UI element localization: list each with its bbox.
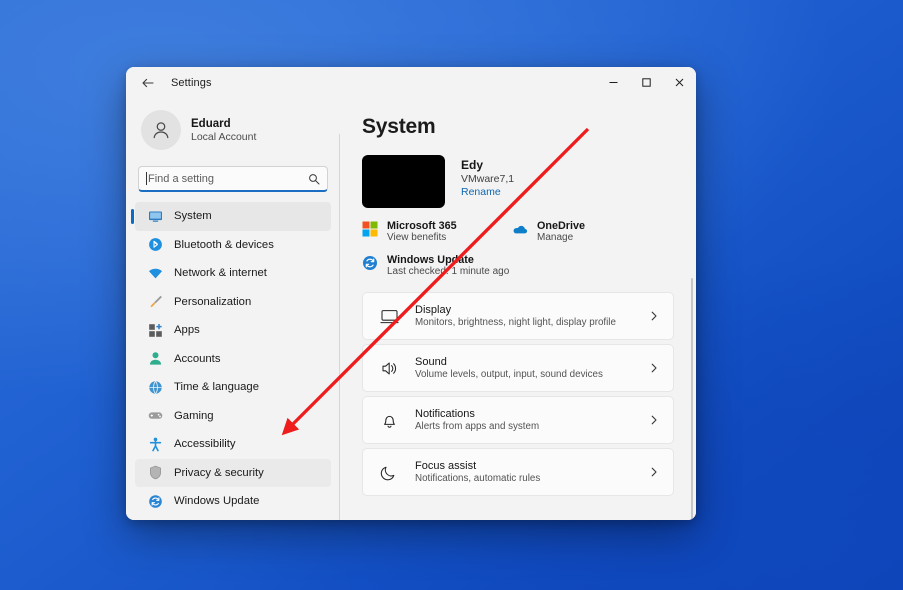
sidebar-item-label: Accounts — [174, 352, 221, 365]
sidebar-item-label: Accessibility — [174, 438, 236, 451]
quick-link-title: Microsoft 365 — [387, 220, 457, 232]
sidebar-item-label: Windows Update — [174, 495, 260, 508]
card-subtitle: Volume levels, output, input, sound devi… — [415, 369, 603, 380]
microsoft-logo-icon — [362, 221, 379, 238]
card-subtitle: Notifications, automatic rules — [415, 473, 541, 484]
clock-globe-icon — [147, 379, 163, 395]
window-titlebar: Settings — [126, 67, 696, 98]
monitor-icon — [147, 208, 163, 224]
sidebar-item-label: Apps — [174, 324, 200, 337]
minimize-button[interactable] — [597, 67, 630, 98]
rename-link[interactable]: Rename — [461, 186, 514, 198]
settings-card-notifications[interactable]: Notifications Alerts from apps and syste… — [362, 396, 674, 444]
quick-link-title: OneDrive — [537, 220, 586, 232]
settings-main-pane: System Edy VMware7,1 Rename Microsoft 36… — [340, 98, 696, 520]
sidebar-item-personalization[interactable]: Personalization — [135, 288, 331, 317]
window-body: Eduard Local Account Find a setting Syst… — [126, 98, 696, 520]
settings-window: Settings Eduard Local Account Find a set… — [126, 67, 696, 520]
page-title: System — [362, 115, 436, 138]
card-title: Display — [415, 304, 452, 316]
card-subtitle: Monitors, brightness, night light, displ… — [415, 317, 616, 328]
bluetooth-icon — [147, 237, 163, 253]
sidebar-item-label: Privacy & security — [174, 466, 264, 479]
quick-link-subtitle: Manage — [537, 232, 574, 243]
close-button[interactable] — [663, 67, 696, 98]
quick-link-windows-update[interactable]: Windows Update Last checked: 1 minute ag… — [362, 254, 509, 277]
quick-link-subtitle: Last checked: 1 minute ago — [387, 266, 510, 277]
search-icon — [308, 173, 320, 185]
account-subtitle: Local Account — [191, 130, 257, 143]
quick-link-onedrive[interactable]: OneDrive Manage — [512, 220, 585, 243]
paintbrush-icon — [147, 294, 163, 310]
sidebar-item-label: Network & internet — [174, 267, 267, 280]
onedrive-cloud-icon — [512, 221, 529, 238]
quick-link-subtitle: View benefits — [387, 232, 447, 243]
update-icon — [362, 255, 379, 272]
update-icon — [147, 493, 163, 509]
card-title: Focus assist — [415, 460, 477, 472]
bell-icon — [379, 410, 399, 430]
moon-icon — [379, 462, 399, 482]
accessibility-icon — [147, 436, 163, 452]
sidebar-item-label: Gaming — [174, 409, 214, 422]
sidebar-item-label: System — [174, 210, 212, 223]
chevron-right-icon — [649, 467, 659, 477]
chevron-right-icon — [649, 363, 659, 373]
sidebar-nav: System Bluetooth & devices Network & int… — [131, 202, 331, 516]
chevron-right-icon — [649, 415, 659, 425]
settings-sidebar: Eduard Local Account Find a setting Syst… — [126, 98, 340, 520]
device-summary: Edy VMware7,1 Rename — [362, 155, 674, 208]
sidebar-item-apps[interactable]: Apps — [135, 316, 331, 345]
wifi-icon — [147, 265, 163, 281]
device-thumbnail — [362, 155, 445, 208]
maximize-button[interactable] — [630, 67, 663, 98]
display-icon — [379, 306, 399, 326]
card-title: Sound — [415, 356, 447, 368]
apps-icon — [147, 322, 163, 338]
window-caption-buttons — [597, 67, 696, 98]
sidebar-item-bluetooth-devices[interactable]: Bluetooth & devices — [135, 231, 331, 260]
quick-links: Microsoft 365 View benefits OneDrive Man… — [362, 220, 674, 277]
accounts-icon — [147, 351, 163, 367]
shield-icon — [147, 465, 163, 481]
device-model: VMware7,1 — [461, 173, 515, 185]
sidebar-item-system[interactable]: System — [131, 202, 331, 231]
speaker-icon — [379, 358, 399, 378]
sidebar-item-windows-update[interactable]: Windows Update — [135, 487, 331, 516]
quick-link-title: Windows Update — [387, 254, 474, 266]
settings-card-focus-assist[interactable]: Focus assist Notifications, automatic ru… — [362, 448, 674, 496]
device-name: Edy — [461, 158, 484, 172]
search-box[interactable] — [138, 166, 328, 192]
text-caret — [146, 172, 147, 185]
settings-card-display[interactable]: Display Monitors, brightness, night ligh… — [362, 292, 674, 340]
card-title: Notifications — [415, 408, 475, 420]
sidebar-item-time-language[interactable]: Time & language — [135, 373, 331, 402]
chevron-right-icon — [649, 311, 659, 321]
gamepad-icon — [147, 408, 163, 424]
window-title: Settings — [171, 76, 212, 89]
account-name: Eduard — [191, 117, 231, 130]
sidebar-item-label: Personalization — [174, 295, 252, 308]
search-input[interactable] — [148, 172, 308, 185]
quick-link-microsoft-365[interactable]: Microsoft 365 View benefits — [362, 220, 512, 243]
sidebar-item-gaming[interactable]: Gaming — [135, 402, 331, 431]
card-subtitle: Alerts from apps and system — [415, 421, 540, 432]
sidebar-item-label: Bluetooth & devices — [174, 238, 274, 251]
sidebar-item-label: Time & language — [174, 381, 259, 394]
sidebar-item-accessibility[interactable]: Accessibility — [135, 430, 331, 459]
main-scrollbar[interactable] — [691, 278, 693, 520]
sidebar-item-privacy-security[interactable]: Privacy & security — [135, 458, 331, 487]
sidebar-item-network-internet[interactable]: Network & internet — [135, 259, 331, 288]
account-tile[interactable]: Eduard Local Account — [135, 103, 331, 157]
sidebar-item-accounts[interactable]: Accounts — [135, 345, 331, 374]
back-arrow-icon[interactable] — [135, 70, 161, 96]
settings-card-sound[interactable]: Sound Volume levels, output, input, soun… — [362, 344, 674, 392]
settings-cards: Display Monitors, brightness, night ligh… — [362, 292, 674, 496]
person-icon — [141, 110, 181, 150]
